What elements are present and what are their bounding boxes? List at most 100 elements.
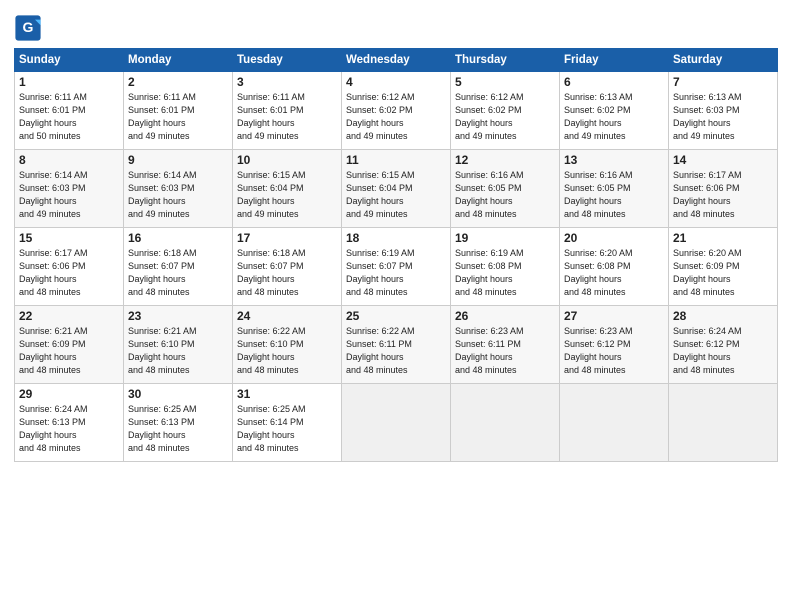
col-header-saturday: Saturday <box>669 49 778 72</box>
calendar-cell: 18 Sunrise: 6:19 AMSunset: 6:07 PMDayligh… <box>342 228 451 306</box>
calendar-cell: 5 Sunrise: 6:12 AMSunset: 6:02 PMDaylight… <box>451 72 560 150</box>
calendar-cell: 8 Sunrise: 6:14 AMSunset: 6:03 PMDaylight… <box>15 150 124 228</box>
day-number: 9 <box>128 153 228 167</box>
calendar-week-1: 8 Sunrise: 6:14 AMSunset: 6:03 PMDaylight… <box>15 150 778 228</box>
day-number: 18 <box>346 231 446 245</box>
logo-icon: G <box>14 14 42 42</box>
calendar-cell: 4 Sunrise: 6:12 AMSunset: 6:02 PMDaylight… <box>342 72 451 150</box>
day-number: 15 <box>19 231 119 245</box>
day-number: 20 <box>564 231 664 245</box>
day-info: Sunrise: 6:23 AMSunset: 6:12 PMDaylight … <box>564 325 664 377</box>
calendar-cell: 23 Sunrise: 6:21 AMSunset: 6:10 PMDayligh… <box>124 306 233 384</box>
day-info: Sunrise: 6:13 AMSunset: 6:03 PMDaylight … <box>673 91 773 143</box>
calendar-cell: 21Sunrise: 6:20 AMSunset: 6:09 PMDayligh… <box>669 228 778 306</box>
day-info: Sunrise: 6:11 AMSunset: 6:01 PMDaylight … <box>237 91 337 143</box>
day-info: Sunrise: 6:15 AMSunset: 6:04 PMDaylight … <box>346 169 446 221</box>
calendar-cell: 12 Sunrise: 6:16 AMSunset: 6:05 PMDayligh… <box>451 150 560 228</box>
calendar-cell <box>669 384 778 462</box>
calendar-week-4: 29 Sunrise: 6:24 AMSunset: 6:13 PMDayligh… <box>15 384 778 462</box>
calendar-cell: 29 Sunrise: 6:24 AMSunset: 6:13 PMDayligh… <box>15 384 124 462</box>
day-number: 14 <box>673 153 773 167</box>
day-number: 27 <box>564 309 664 323</box>
day-number: 1 <box>19 75 119 89</box>
page-header: G <box>14 10 778 42</box>
day-info: Sunrise: 6:16 AMSunset: 6:05 PMDaylight … <box>455 169 555 221</box>
day-info: Sunrise: 6:25 AMSunset: 6:14 PMDaylight … <box>237 403 337 455</box>
day-info: Sunrise: 6:12 AMSunset: 6:02 PMDaylight … <box>346 91 446 143</box>
calendar-cell: 28 Sunrise: 6:24 AMSunset: 6:12 PMDayligh… <box>669 306 778 384</box>
logo: G <box>14 14 44 42</box>
day-info: Sunrise: 6:11 AMSunset: 6:01 PMDaylight … <box>128 91 228 143</box>
calendar-cell: 24 Sunrise: 6:22 AMSunset: 6:10 PMDayligh… <box>233 306 342 384</box>
col-header-wednesday: Wednesday <box>342 49 451 72</box>
calendar-body: 1 Sunrise: 6:11 AMSunset: 6:01 PMDaylight… <box>15 72 778 462</box>
day-info: Sunrise: 6:14 AMSunset: 6:03 PMDaylight … <box>19 169 119 221</box>
day-number: 22 <box>19 309 119 323</box>
day-number: 16 <box>128 231 228 245</box>
calendar-cell: 26Sunrise: 6:23 AMSunset: 6:11 PMDayligh… <box>451 306 560 384</box>
day-info: Sunrise: 6:11 AMSunset: 6:01 PMDaylight … <box>19 91 119 143</box>
day-info: Sunrise: 6:24 AMSunset: 6:12 PMDaylight … <box>673 325 773 377</box>
day-number: 8 <box>19 153 119 167</box>
day-number: 24 <box>237 309 337 323</box>
col-header-thursday: Thursday <box>451 49 560 72</box>
day-number: 12 <box>455 153 555 167</box>
col-header-tuesday: Tuesday <box>233 49 342 72</box>
day-info: Sunrise: 6:20 AMSunset: 6:08 PMDaylight … <box>564 247 664 299</box>
calendar-cell: 22Sunrise: 6:21 AMSunset: 6:09 PMDayligh… <box>15 306 124 384</box>
calendar-cell: 30 Sunrise: 6:25 AMSunset: 6:13 PMDayligh… <box>124 384 233 462</box>
day-info: Sunrise: 6:18 AMSunset: 6:07 PMDaylight … <box>237 247 337 299</box>
day-number: 4 <box>346 75 446 89</box>
calendar-week-3: 22Sunrise: 6:21 AMSunset: 6:09 PMDayligh… <box>15 306 778 384</box>
calendar-week-2: 15 Sunrise: 6:17 AMSunset: 6:06 PMDayligh… <box>15 228 778 306</box>
calendar-cell <box>451 384 560 462</box>
calendar-cell: 2 Sunrise: 6:11 AMSunset: 6:01 PMDaylight… <box>124 72 233 150</box>
day-info: Sunrise: 6:20 AMSunset: 6:09 PMDaylight … <box>673 247 773 299</box>
calendar-table: SundayMondayTuesdayWednesdayThursdayFrid… <box>14 48 778 462</box>
day-info: Sunrise: 6:17 AMSunset: 6:06 PMDaylight … <box>19 247 119 299</box>
calendar-cell: 7 Sunrise: 6:13 AMSunset: 6:03 PMDaylight… <box>669 72 778 150</box>
calendar-week-0: 1 Sunrise: 6:11 AMSunset: 6:01 PMDaylight… <box>15 72 778 150</box>
calendar-header-row: SundayMondayTuesdayWednesdayThursdayFrid… <box>15 49 778 72</box>
svg-text:G: G <box>23 19 34 35</box>
day-number: 6 <box>564 75 664 89</box>
day-number: 13 <box>564 153 664 167</box>
day-info: Sunrise: 6:21 AMSunset: 6:10 PMDaylight … <box>128 325 228 377</box>
day-number: 30 <box>128 387 228 401</box>
calendar-cell: 6 Sunrise: 6:13 AMSunset: 6:02 PMDaylight… <box>560 72 669 150</box>
calendar-cell: 1 Sunrise: 6:11 AMSunset: 6:01 PMDaylight… <box>15 72 124 150</box>
calendar-cell <box>342 384 451 462</box>
day-info: Sunrise: 6:18 AMSunset: 6:07 PMDaylight … <box>128 247 228 299</box>
day-number: 26 <box>455 309 555 323</box>
day-info: Sunrise: 6:25 AMSunset: 6:13 PMDaylight … <box>128 403 228 455</box>
day-info: Sunrise: 6:19 AMSunset: 6:07 PMDaylight … <box>346 247 446 299</box>
day-number: 31 <box>237 387 337 401</box>
day-number: 7 <box>673 75 773 89</box>
day-number: 28 <box>673 309 773 323</box>
day-number: 5 <box>455 75 555 89</box>
col-header-monday: Monday <box>124 49 233 72</box>
day-number: 19 <box>455 231 555 245</box>
calendar-cell: 10Sunrise: 6:15 AMSunset: 6:04 PMDayligh… <box>233 150 342 228</box>
calendar-cell: 9 Sunrise: 6:14 AMSunset: 6:03 PMDaylight… <box>124 150 233 228</box>
day-info: Sunrise: 6:13 AMSunset: 6:02 PMDaylight … <box>564 91 664 143</box>
calendar-cell: 15 Sunrise: 6:17 AMSunset: 6:06 PMDayligh… <box>15 228 124 306</box>
day-number: 29 <box>19 387 119 401</box>
day-info: Sunrise: 6:22 AMSunset: 6:10 PMDaylight … <box>237 325 337 377</box>
day-info: Sunrise: 6:19 AMSunset: 6:08 PMDaylight … <box>455 247 555 299</box>
calendar-cell: 25Sunrise: 6:22 AMSunset: 6:11 PMDayligh… <box>342 306 451 384</box>
col-header-friday: Friday <box>560 49 669 72</box>
day-number: 11 <box>346 153 446 167</box>
calendar-cell: 14Sunrise: 6:17 AMSunset: 6:06 PMDayligh… <box>669 150 778 228</box>
calendar-cell: 19 Sunrise: 6:19 AMSunset: 6:08 PMDayligh… <box>451 228 560 306</box>
day-number: 23 <box>128 309 228 323</box>
calendar-cell <box>560 384 669 462</box>
calendar-cell: 16 Sunrise: 6:18 AMSunset: 6:07 PMDayligh… <box>124 228 233 306</box>
day-info: Sunrise: 6:16 AMSunset: 6:05 PMDaylight … <box>564 169 664 221</box>
day-info: Sunrise: 6:12 AMSunset: 6:02 PMDaylight … <box>455 91 555 143</box>
col-header-sunday: Sunday <box>15 49 124 72</box>
day-number: 2 <box>128 75 228 89</box>
day-info: Sunrise: 6:24 AMSunset: 6:13 PMDaylight … <box>19 403 119 455</box>
day-info: Sunrise: 6:22 AMSunset: 6:11 PMDaylight … <box>346 325 446 377</box>
day-info: Sunrise: 6:14 AMSunset: 6:03 PMDaylight … <box>128 169 228 221</box>
